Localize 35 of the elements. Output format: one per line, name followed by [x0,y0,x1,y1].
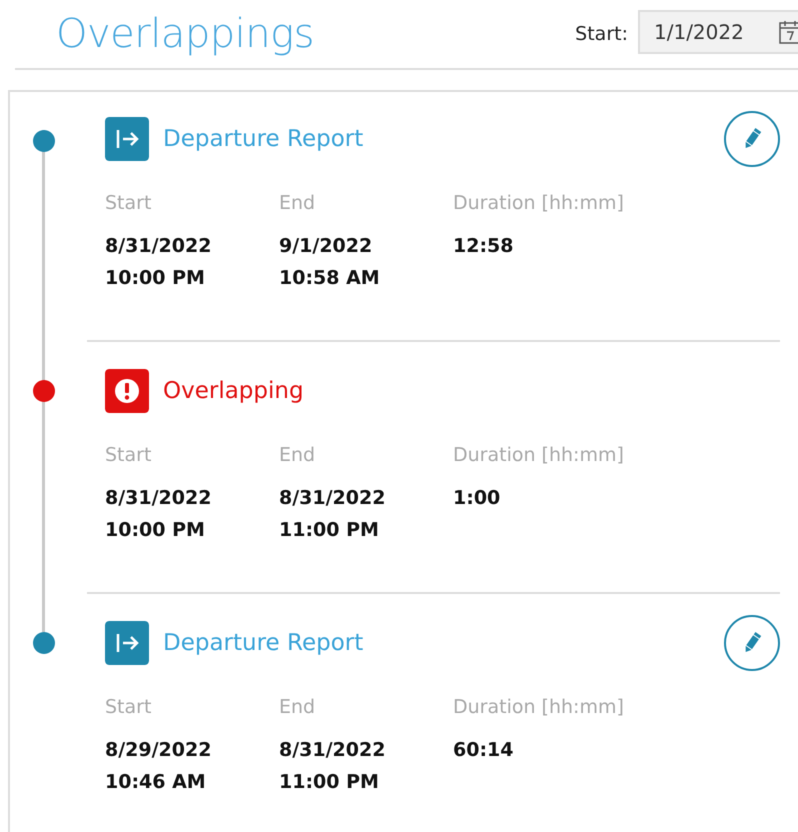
start-time: 10:46 AM [105,770,207,795]
duration-label: Duration [hh:mm] [453,192,625,216]
duration-value: 12:58 [453,234,514,259]
page-title: Overlappings [56,11,315,57]
start-time: 10:00 PM [105,266,206,291]
duration-label: Duration [hh:mm] [453,696,625,720]
end-date: 9/1/2022 [279,234,374,259]
start-time: 10:00 PM [105,518,206,543]
duration-value: 60:14 [453,738,514,763]
timeline-dot [33,130,55,152]
entry-title: Departure Report [163,126,364,152]
start-date-field[interactable]: 1/1/2022 [638,10,798,54]
end-date: 8/31/2022 [279,738,386,763]
start-label: Start [105,696,152,720]
duration-value: 1:00 [453,486,502,511]
end-time: 11:00 PM [279,770,380,795]
calendar-icon[interactable] [779,20,798,44]
end-date: 8/31/2022 [279,486,386,511]
start-label: Start [105,444,152,468]
start-date: 8/31/2022 [105,234,212,259]
start-date: 8/31/2022 [105,486,212,511]
end-label: End [279,444,316,468]
timeline-dot [33,380,55,402]
end-label: End [279,192,316,216]
start-label: Start [105,192,152,216]
duration-label: Duration [hh:mm] [453,444,625,468]
end-label: End [279,696,316,720]
start-label: Start: [575,23,628,45]
start-date: 8/29/2022 [105,738,212,763]
timeline-dot [33,632,55,654]
end-time: 11:00 PM [279,518,380,543]
end-time: 10:58 AM [279,266,381,291]
warning-icon [105,369,149,413]
entry-title: Departure Report [163,630,364,656]
entry-title: Overlapping [163,378,305,404]
